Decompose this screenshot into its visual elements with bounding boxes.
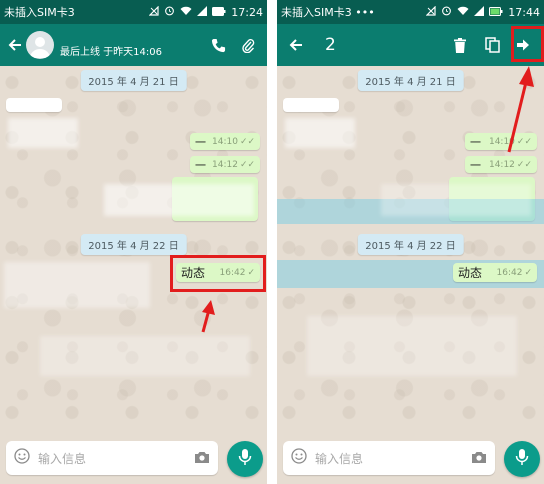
message-time: 16:42 <box>496 267 523 278</box>
last-seen-label[interactable]: 最后上线 于昨天14:06 <box>60 43 203 58</box>
message-time: 14:12 <box>488 159 515 170</box>
outgoing-message[interactable]: 一 14:12 ✓✓ <box>190 156 260 173</box>
signal-icon <box>474 5 485 19</box>
message-text: 一 <box>195 158 206 172</box>
composer: 输入信息 <box>277 432 544 484</box>
emoji-icon[interactable] <box>291 448 307 468</box>
redacted-area <box>381 184 531 216</box>
message-text: 一 <box>470 158 481 172</box>
battery-icon <box>489 6 503 19</box>
date-divider: 2015 年 4 月 22 日 <box>80 234 187 255</box>
redacted-area <box>104 184 254 216</box>
mic-button[interactable] <box>504 441 540 477</box>
wifi-icon <box>457 6 469 19</box>
check-icon: ✓ <box>524 267 532 278</box>
screenshot-divider <box>267 0 277 484</box>
input-placeholder: 输入信息 <box>315 451 364 466</box>
outgoing-message-dongtai[interactable]: 动态 16:42 ✓ <box>453 263 537 282</box>
double-check-icon: ✓✓ <box>239 136 256 147</box>
pointer-arrow <box>201 300 215 333</box>
date-divider: 2015 年 4 月 22 日 <box>357 234 464 255</box>
phone-icon[interactable] <box>203 38 233 53</box>
carrier-label: 未插入SIM卡3 <box>4 6 75 19</box>
input-placeholder: 输入信息 <box>38 451 87 466</box>
double-check-icon: ✓✓ <box>239 159 256 170</box>
outgoing-message[interactable]: 一 14:12 ✓✓ <box>465 156 537 173</box>
emoji-icon[interactable] <box>14 448 30 468</box>
no-signal-icon <box>148 5 159 19</box>
redacted-area <box>40 336 250 376</box>
double-check-icon: ✓✓ <box>516 159 532 170</box>
camera-icon[interactable] <box>194 449 210 468</box>
back-arrow-icon[interactable] <box>281 38 311 52</box>
selected-count: 2 <box>325 35 336 55</box>
selection-action-bar: 2 <box>277 24 544 66</box>
copy-icon[interactable] <box>476 37 508 53</box>
back-arrow-icon[interactable] <box>4 38 26 52</box>
redacted-area <box>285 118 355 148</box>
signal-icon <box>197 5 208 19</box>
clock: 17:24 <box>231 5 263 19</box>
pointer-arrow <box>507 66 534 153</box>
chat-screen-left: 未插入SIM卡3 17:24 最后上线 于昨天14:06 2015 年 4 月 … <box>0 0 267 484</box>
trash-icon[interactable] <box>444 37 476 53</box>
mic-button[interactable] <box>227 441 263 477</box>
incoming-message[interactable] <box>283 98 339 112</box>
chat-header: 最后上线 于昨天14:06 <box>0 24 267 66</box>
mic-icon <box>238 448 252 470</box>
composer: 输入信息 <box>0 432 267 484</box>
message-time: 14:10 <box>212 136 238 147</box>
wifi-icon <box>180 6 192 19</box>
message-list[interactable]: 2015 年 4 月 21 日 一 14:10 ✓✓ 一 14:12 ✓✓ 20… <box>0 66 267 432</box>
message-input[interactable]: 输入信息 <box>283 441 495 475</box>
paperclip-icon[interactable] <box>233 37 263 53</box>
date-divider: 2015 年 4 月 21 日 <box>357 70 464 91</box>
message-text: 一 <box>470 135 481 149</box>
outgoing-message[interactable]: 一 14:10 ✓✓ <box>190 133 260 150</box>
redacted-area <box>8 118 78 148</box>
message-text: 动态 <box>458 266 483 280</box>
clock: 17:44 <box>508 5 540 19</box>
chat-screen-right: 未插入SIM卡3 ••• 17:44 2 2015 年 4 月 21 日 一 1… <box>277 0 544 484</box>
highlight-box <box>511 26 544 62</box>
avatar[interactable] <box>26 31 54 59</box>
message-text: 一 <box>195 135 206 149</box>
highlight-box <box>170 255 266 292</box>
incoming-message[interactable] <box>6 98 62 112</box>
no-signal-icon <box>425 5 436 19</box>
status-bar: 未插入SIM卡3 17:24 <box>0 0 267 24</box>
date-divider: 2015 年 4 月 21 日 <box>80 70 187 91</box>
mic-icon <box>515 448 529 470</box>
carrier-label: 未插入SIM卡3 ••• <box>281 6 375 19</box>
redacted-area <box>307 316 517 376</box>
message-time: 14:12 <box>212 159 238 170</box>
status-bar: 未插入SIM卡3 ••• 17:44 <box>277 0 544 24</box>
alarm-icon <box>164 5 175 19</box>
message-input[interactable]: 输入信息 <box>6 441 218 475</box>
camera-icon[interactable] <box>471 449 487 468</box>
alarm-icon <box>441 5 452 19</box>
redacted-area <box>4 262 150 308</box>
battery-icon <box>212 6 226 19</box>
